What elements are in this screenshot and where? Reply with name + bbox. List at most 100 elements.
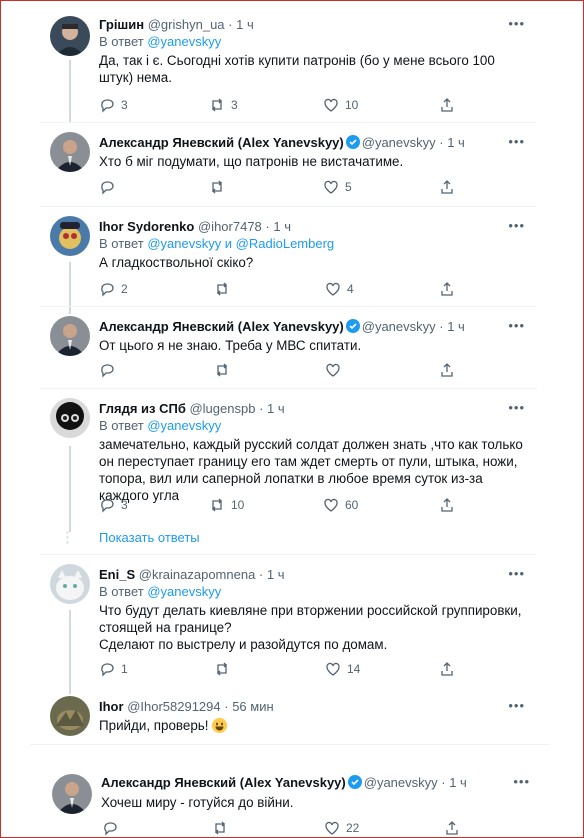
avatar[interactable] xyxy=(50,564,90,604)
tweet-text: замечательно, каждый русский солдат долж… xyxy=(99,437,523,503)
share-button[interactable] xyxy=(444,820,460,836)
reply-to-link[interactable]: @yanevskyy xyxy=(147,418,221,433)
more-options-icon[interactable]: ••• xyxy=(508,698,525,713)
grinning-emoji-icon xyxy=(212,718,228,733)
more-options-icon[interactable]: ••• xyxy=(508,400,525,415)
like-button[interactable]: 10 xyxy=(323,97,358,113)
tweet-time[interactable]: · 56 мин xyxy=(224,699,273,714)
author-name[interactable]: Александр Яневский (Alex Yanevskyy) xyxy=(101,775,346,790)
tweet-time[interactable]: · 1 ч xyxy=(441,775,467,790)
author-handle[interactable]: @lugenspb xyxy=(189,401,255,416)
retweet-button[interactable] xyxy=(214,281,236,297)
reply-icon xyxy=(104,822,117,836)
reply-icon xyxy=(101,181,114,195)
share-button[interactable] xyxy=(439,661,455,677)
avatar[interactable] xyxy=(50,216,90,256)
retweet-button[interactable] xyxy=(212,820,234,836)
reply-context: В ответ @yanevskyy xyxy=(99,584,222,599)
share-button[interactable] xyxy=(439,362,455,378)
retweet-button[interactable]: 3 xyxy=(209,97,238,113)
share-icon xyxy=(441,282,453,296)
reply-icon xyxy=(101,663,114,677)
show-replies-link[interactable]: Показать ответы xyxy=(99,530,200,545)
author-handle[interactable]: @yanevskyy xyxy=(362,319,436,334)
like-button[interactable] xyxy=(325,362,341,378)
author-name[interactable]: Eni_S xyxy=(99,567,135,582)
tweet-time[interactable]: · 1 ч xyxy=(265,219,291,234)
more-options-icon[interactable]: ••• xyxy=(508,318,525,333)
like-button[interactable]: 14 xyxy=(325,661,360,677)
like-button[interactable]: 22 xyxy=(324,820,359,836)
reply-button[interactable] xyxy=(102,820,124,836)
like-button[interactable]: 60 xyxy=(323,497,358,513)
reply-to-link[interactable]: @yanevskyy xyxy=(147,584,221,599)
author-name[interactable]: Глядя из СПб xyxy=(99,401,186,416)
avatar[interactable] xyxy=(52,774,92,814)
share-button[interactable] xyxy=(439,281,455,297)
more-options-icon[interactable]: ••• xyxy=(513,774,530,789)
author-handle[interactable]: @grishyn_ua xyxy=(148,17,225,32)
reply-to-link[interactable]: @yanevskyy и @RadioLemberg xyxy=(147,236,334,251)
divider xyxy=(40,388,537,389)
share-button[interactable] xyxy=(439,497,455,513)
reply-context: В ответ @yanevskyy и @RadioLemberg xyxy=(99,236,335,251)
reply-button[interactable]: 2 xyxy=(99,281,128,297)
reply-context: В ответ @yanevskyy xyxy=(99,34,222,49)
retweet-button[interactable] xyxy=(209,179,231,195)
tweet-time[interactable]: · 1 ч xyxy=(259,567,285,582)
divider xyxy=(40,306,537,307)
share-button[interactable] xyxy=(439,179,455,195)
reply-button[interactable] xyxy=(99,179,121,195)
tweet-text: Прийди, проверь! xyxy=(99,718,209,733)
tweet[interactable]: Глядя из СПб @lugenspb · 1 ч В ответ @ya… xyxy=(40,390,537,550)
reply-button[interactable]: 3 xyxy=(99,97,128,113)
reply-button[interactable] xyxy=(99,362,115,378)
author-handle[interactable]: @krainazapomnena xyxy=(139,567,256,582)
reply-button[interactable]: 3 xyxy=(99,497,128,513)
author-handle[interactable]: @ihor7478 xyxy=(198,219,262,234)
tweet-time[interactable]: · 1 ч xyxy=(439,135,465,150)
reply-button[interactable]: 1 xyxy=(99,661,128,677)
author-name[interactable]: Грішин xyxy=(99,17,144,32)
more-options-icon[interactable]: ••• xyxy=(508,566,525,581)
tweet-time[interactable]: · 1 ч xyxy=(439,319,465,334)
author-name[interactable]: Ihor xyxy=(99,699,124,714)
heart-icon xyxy=(326,363,340,377)
avatar[interactable] xyxy=(50,696,90,736)
retweet-button[interactable]: 10 xyxy=(209,497,244,513)
like-button[interactable]: 5 xyxy=(323,179,352,195)
tweet-text-line2: Сделают по выстрелу и разойдутся по дома… xyxy=(99,637,388,652)
retweet-button[interactable] xyxy=(214,661,236,677)
tweet[interactable]: Ihor @Ihor58291294 · 56 мин Прийди, пров… xyxy=(40,688,537,740)
tweet-text: Да, так і є. Сьогодні хотів купити патро… xyxy=(99,53,495,85)
heart-icon xyxy=(324,180,338,194)
more-options-icon[interactable]: ••• xyxy=(508,218,525,233)
retweet-button[interactable] xyxy=(214,362,230,378)
avatar[interactable] xyxy=(50,16,90,56)
share-icon xyxy=(441,662,453,676)
avatar[interactable] xyxy=(50,316,90,356)
more-options-icon[interactable]: ••• xyxy=(508,16,525,31)
thread-dots: • • • xyxy=(66,528,69,547)
like-button[interactable]: 4 xyxy=(325,281,354,297)
share-button[interactable] xyxy=(439,97,455,113)
author-handle[interactable]: @yanevskyy xyxy=(364,775,438,790)
retweet-icon xyxy=(217,662,227,676)
avatar[interactable] xyxy=(50,398,90,438)
share-icon xyxy=(446,821,458,835)
tweet-time[interactable]: · 1 ч xyxy=(259,401,285,416)
tweet-time[interactable]: · 1 ч xyxy=(228,17,254,32)
divider xyxy=(30,744,550,745)
author-name[interactable]: Александр Яневский (Alex Yanevskyy) xyxy=(99,319,344,334)
avatar[interactable] xyxy=(50,132,90,172)
heart-icon xyxy=(326,662,340,676)
author-handle[interactable]: @Ihor58291294 xyxy=(127,699,220,714)
tweet-actions: 22 xyxy=(102,820,482,838)
reply-to-link[interactable]: @yanevskyy xyxy=(147,34,221,49)
more-options-icon[interactable]: ••• xyxy=(508,134,525,149)
author-name[interactable]: Ihor Sydorenko xyxy=(99,219,194,234)
author-handle[interactable]: @yanevskyy xyxy=(362,135,436,150)
author-name[interactable]: Александр Яневский (Alex Yanevskyy) xyxy=(99,135,344,150)
retweet-icon xyxy=(215,821,225,835)
reply-context: В ответ @yanevskyy xyxy=(99,418,222,433)
